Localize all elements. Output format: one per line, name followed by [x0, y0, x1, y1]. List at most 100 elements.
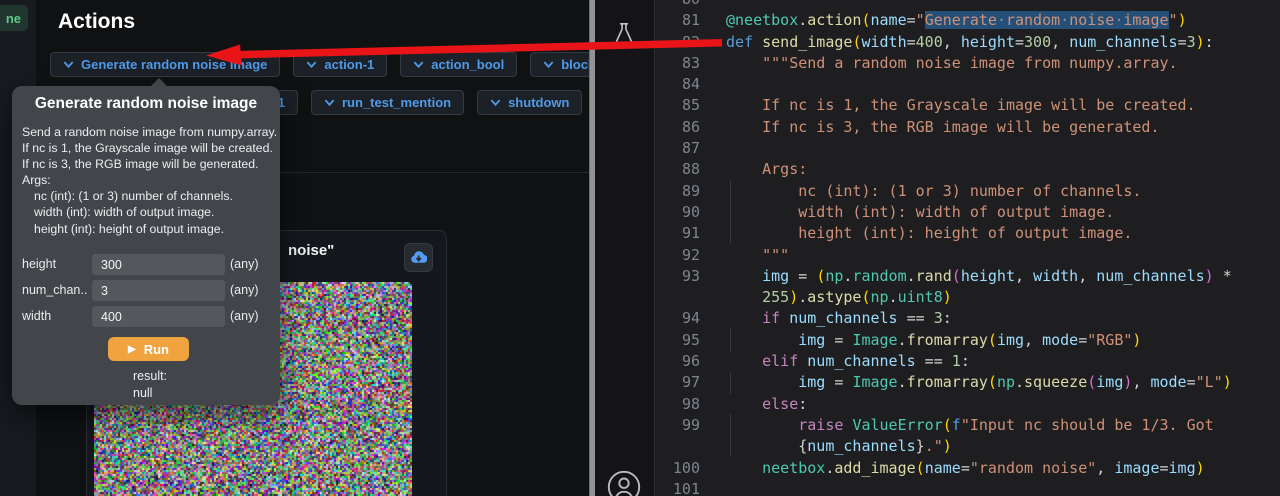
account-person-icon[interactable]: [605, 468, 643, 496]
field-label: num_chan...: [22, 283, 88, 297]
line-number: 91: [655, 223, 700, 244]
code-text: raise ValueError(f"Input nc should be 1/…: [726, 415, 1223, 436]
action-button-generate-random-noise-image[interactable]: Generate random noise image: [50, 52, 280, 77]
line-number: 85: [655, 95, 700, 116]
code-row[interactable]: 101: [655, 479, 1280, 496]
field-label: height: [22, 257, 56, 271]
indent-guide: [730, 372, 731, 394]
line-number: 86: [655, 117, 700, 138]
screenshot-root: ne Actions Generate random noise imageac…: [0, 0, 1280, 496]
popup-description-line: width (int): width of output image.: [22, 204, 277, 220]
action-button-label: action_bool: [431, 57, 504, 72]
action-button-run-test-mention[interactable]: run_test_mention: [311, 90, 464, 115]
field-input-height[interactable]: [92, 254, 225, 275]
line-number: 92: [655, 245, 700, 266]
code-row[interactable]: 99 raise ValueError(f"Input nc should be…: [655, 415, 1280, 436]
code-row[interactable]: 100 neetbox.add_image(name="random noise…: [655, 458, 1280, 479]
indent-guide: [730, 329, 731, 351]
popup-title: Generate random noise image: [12, 95, 280, 113]
chevron-down-icon: [413, 59, 424, 70]
field-row-width: width(any): [12, 306, 280, 328]
code-text: """Send a random noise image from numpy.…: [726, 53, 1178, 74]
line-number: 97: [655, 372, 700, 393]
code-text: width (int): width of output image.: [726, 202, 1114, 223]
action-button-label: run_test_mention: [342, 95, 451, 110]
code-row[interactable]: 86 If nc is 3, the RGB image will be gen…: [655, 117, 1280, 138]
code-text: if num_channels == 3:: [726, 308, 952, 329]
code-text: neetbox.add_image(name="random noise", i…: [726, 458, 1205, 479]
code-text: height (int): height of output image.: [726, 223, 1132, 244]
popup-notch: [150, 78, 168, 87]
line-number: 93: [655, 266, 700, 287]
project-badge[interactable]: ne: [0, 5, 28, 31]
browser-scrollbar[interactable]: [589, 0, 595, 496]
download-image-button[interactable]: [404, 243, 433, 272]
line-number: 82: [655, 32, 700, 53]
image-card-title: noise": [288, 242, 334, 259]
code-row[interactable]: 85 If nc is 1, the Grayscale image will …: [655, 95, 1280, 116]
action-button-action-bool[interactable]: action_bool: [400, 52, 517, 77]
result-label: result:: [133, 369, 167, 383]
popup-description-line: Send a random noise image from numpy.arr…: [22, 124, 277, 140]
line-number: 81: [655, 10, 700, 31]
code-row[interactable]: 87: [655, 138, 1280, 159]
chevron-down-icon: [324, 97, 335, 108]
popup-description-line: If nc is 1, the Grayscale image will be …: [22, 140, 277, 156]
code-row[interactable]: 81 @neetbox.action(name="Generate·random·…: [655, 10, 1280, 31]
field-hint: (any): [230, 309, 258, 323]
indent-guide: [730, 180, 731, 244]
testing-flask-icon[interactable]: [611, 21, 637, 48]
code-row[interactable]: 91 height (int): height of output image.: [655, 223, 1280, 244]
line-number: 100: [655, 458, 700, 479]
code-row[interactable]: 97 img = Image.fromarray(np.squeeze(img)…: [655, 372, 1280, 393]
code-row[interactable]: 88 Args:: [655, 159, 1280, 180]
code-text: @neetbox.action(name="Generate·random·no…: [726, 10, 1187, 31]
code-text: Args:: [726, 159, 807, 180]
action-button-label: action-1: [324, 57, 374, 72]
code-text: elif num_channels == 1:: [726, 351, 970, 372]
code-row[interactable]: 90 width (int): width of output image.: [655, 202, 1280, 223]
code-text: If nc is 3, the RGB image will be genera…: [726, 117, 1159, 138]
line-number: 95: [655, 330, 700, 351]
popup-description-line: nc (int): (1 or 3) number of channels.: [22, 188, 277, 204]
code-row[interactable]: 94 if num_channels == 3:: [655, 308, 1280, 329]
editor[interactable]: 8081 @neetbox.action(name="Generate·rando…: [655, 0, 1280, 496]
line-number: 101: [655, 479, 700, 496]
code-text: else:: [726, 394, 807, 415]
code-row[interactable]: {num_channels}."): [655, 436, 1280, 457]
action-button-action-1[interactable]: action-1: [293, 52, 387, 77]
code-editor-window: 8081 @neetbox.action(name="Generate·rando…: [595, 0, 1280, 496]
neetbox-dashboard: ne Actions Generate random noise imageac…: [0, 0, 589, 496]
action-popup: Generate random noise image Send a rando…: [12, 86, 280, 405]
activity-bar: [595, 0, 655, 496]
field-input-num-chan-[interactable]: [92, 280, 225, 301]
field-input-width[interactable]: [92, 306, 225, 327]
code-text: nc (int): (1 or 3) number of channels.: [726, 181, 1141, 202]
actions-row-2: 1run_test_mentionshutdown: [240, 90, 582, 115]
code-row[interactable]: 84: [655, 74, 1280, 95]
run-button-label: Run: [144, 342, 169, 357]
code-row[interactable]: 83 """Send a random noise image from num…: [655, 53, 1280, 74]
chevron-down-icon: [490, 97, 501, 108]
popup-description-line: height (int): height of output image.: [22, 221, 277, 237]
code-row[interactable]: 89 nc (int): (1 or 3) number of channels…: [655, 181, 1280, 202]
code-row[interactable]: 95 img = Image.fromarray(img, mode="RGB"…: [655, 330, 1280, 351]
field-row-height: height(any): [12, 254, 280, 276]
line-number: 88: [655, 159, 700, 180]
run-button[interactable]: ▶ Run: [108, 337, 189, 361]
code-row[interactable]: 82 def send_image(width=400, height=300, …: [655, 32, 1280, 53]
popup-description-line: If nc is 3, the RGB image will be genera…: [22, 156, 277, 172]
action-button-label: Generate random noise image: [81, 57, 267, 72]
chevron-down-icon: [63, 59, 74, 70]
line-number: 90: [655, 202, 700, 223]
action-button-shutdown[interactable]: shutdown: [477, 90, 582, 115]
code-row[interactable]: 93 img = (np.random.rand(height, width, …: [655, 266, 1280, 287]
code-text: img = Image.fromarray(np.squeeze(img), m…: [726, 372, 1232, 393]
actions-row-1: Generate random noise image action-1 actio…: [50, 52, 656, 77]
code-row[interactable]: 255).astype(np.uint8): [655, 287, 1280, 308]
code-row[interactable]: 96 elif num_channels == 1:: [655, 351, 1280, 372]
code-row[interactable]: 80: [655, 0, 1280, 10]
code-row[interactable]: 98 else:: [655, 394, 1280, 415]
code-text: def send_image(width=400, height=300, nu…: [726, 32, 1214, 53]
code-row[interactable]: 92 """: [655, 245, 1280, 266]
